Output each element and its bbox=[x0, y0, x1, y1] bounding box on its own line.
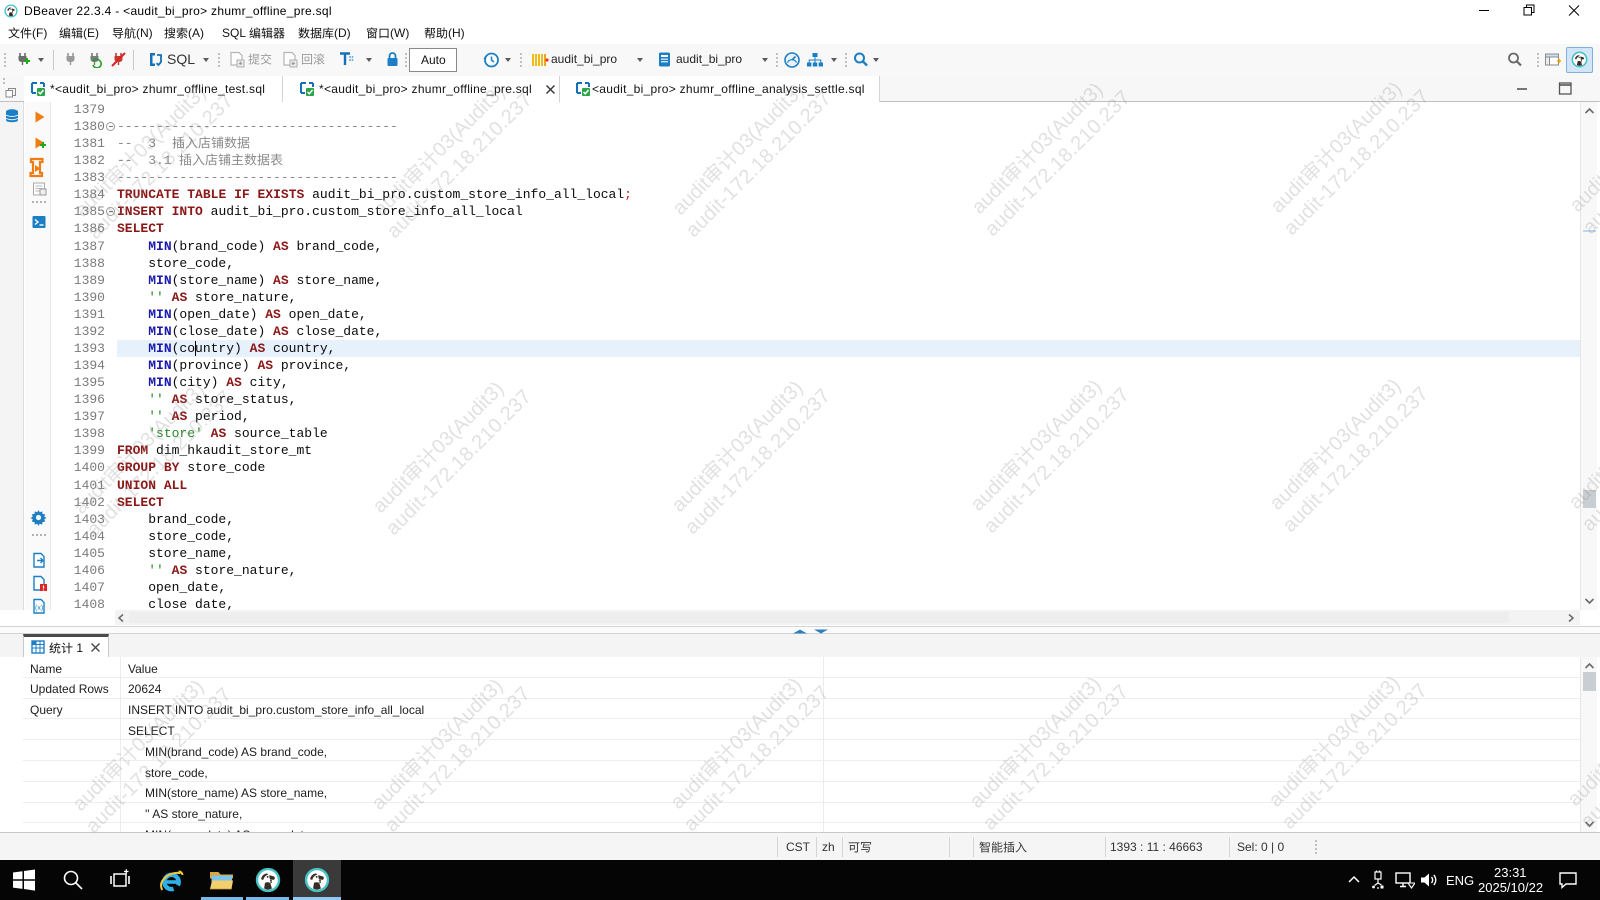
svg-text:(x): (x) bbox=[35, 605, 43, 612]
